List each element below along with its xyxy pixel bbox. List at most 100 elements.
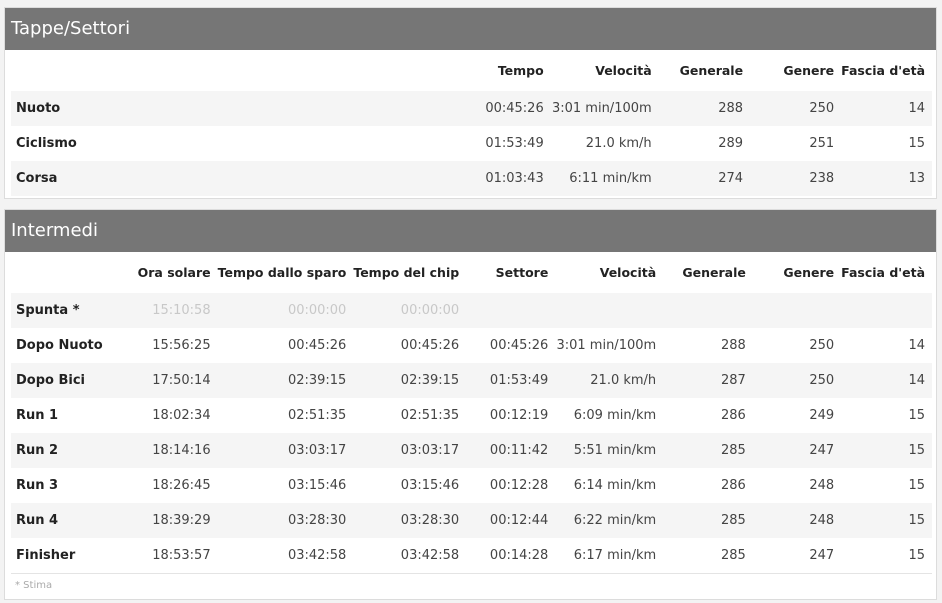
legs-header-age-group: Fascia d'età: [841, 63, 925, 78]
split-gender: 250: [752, 363, 842, 398]
table-row: Ciclismo 01:53:49 21.0 km/h 289 251 15: [11, 126, 932, 161]
table-row: Run 1 18:02:34 02:51:35 02:51:35 00:12:1…: [11, 398, 932, 433]
splits-header-gun: Tempo dallo sparo: [217, 265, 347, 280]
split-leg: 00:14:28: [489, 548, 549, 563]
legs-header-gender: Genere: [783, 63, 835, 78]
leg-speed: 6:11 min/km: [550, 161, 659, 196]
legs-table: Tempo Velocità Generale Genere Fascia d'…: [11, 50, 932, 196]
split-gun: 00:00:00: [217, 293, 354, 328]
table-row: Dopo Nuoto 15:56:25 00:45:26 00:45:26 00…: [11, 328, 932, 363]
split-overall: [663, 293, 753, 328]
leg-time: 00:45:26: [468, 91, 551, 126]
split-clock: 18:14:16: [136, 433, 218, 468]
split-age-group: 15: [908, 548, 925, 563]
splits-panel: Intermedi Ora solare Tempo dallo sparo T…: [4, 209, 937, 600]
legs-header-speed: Velocità: [595, 63, 652, 78]
split-speed: [555, 293, 664, 328]
table-row: Corsa 01:03:43 6:11 min/km 274 238 13: [11, 161, 932, 196]
leg-overall: 274: [658, 161, 751, 196]
split-clock: 18:26:45: [152, 478, 211, 493]
splits-header-row: Ora solare Tempo dallo sparo Tempo del c…: [11, 252, 932, 293]
leg-speed: 3:01 min/100m: [550, 91, 659, 126]
split-speed: 3:01 min/100m: [556, 338, 657, 353]
split-age-group: 15: [841, 433, 932, 468]
split-clock: 15:10:58: [136, 293, 218, 328]
split-chip: 00:45:26: [400, 338, 460, 353]
split-speed: 21.0 km/h: [555, 363, 664, 398]
split-leg: 00:12:44: [466, 503, 556, 538]
splits-header-overall: Generale: [682, 265, 746, 280]
split-clock: 18:39:29: [136, 503, 218, 538]
split-chip: 02:39:15: [353, 363, 467, 398]
split-gun: 00:45:26: [287, 338, 347, 353]
split-age-group: 14: [841, 363, 932, 398]
leg-age-group: 15: [908, 136, 925, 151]
split-gender: [752, 293, 842, 328]
estimate-footnote: * Stima: [11, 573, 932, 597]
split-gender: 250: [809, 338, 835, 353]
split-overall: 285: [663, 503, 753, 538]
splits-table: Ora solare Tempo dallo sparo Tempo del c…: [11, 252, 932, 573]
table-row: Run 4 18:39:29 03:28:30 03:28:30 00:12:4…: [11, 503, 932, 538]
split-overall: 286: [721, 408, 746, 423]
split-name: Finisher: [16, 548, 76, 563]
split-leg: 00:45:26: [489, 338, 549, 353]
split-clock: 15:56:25: [152, 338, 211, 353]
split-leg: [466, 293, 556, 328]
table-row: Spunta * 15:10:58 00:00:00 00:00:00: [11, 293, 932, 328]
split-speed: 6:09 min/km: [573, 408, 657, 423]
leg-name: Corsa: [11, 161, 469, 196]
split-age-group: 14: [908, 338, 925, 353]
splits-header-name: [11, 252, 137, 293]
split-clock: 18:02:34: [152, 408, 211, 423]
leg-age-group: 14: [841, 91, 932, 126]
split-age-group: [841, 293, 932, 328]
split-name: Run 4: [11, 503, 137, 538]
split-leg: 00:11:42: [466, 433, 556, 468]
split-gun: 03:28:30: [217, 503, 354, 538]
split-clock: 17:50:14: [136, 363, 218, 398]
split-name: Run 2: [11, 433, 137, 468]
leg-gender: 238: [750, 161, 842, 196]
leg-age-group: 13: [841, 161, 932, 196]
splits-header-gender: Genere: [783, 265, 835, 280]
table-row: Dopo Bici 17:50:14 02:39:15 02:39:15 01:…: [11, 363, 932, 398]
split-overall: 286: [721, 478, 746, 493]
split-gun: 03:15:46: [287, 478, 347, 493]
leg-time: 01:53:49: [485, 136, 544, 151]
split-chip: 03:28:30: [353, 503, 467, 538]
split-name: Dopo Nuoto: [16, 338, 103, 353]
split-gun: 03:42:58: [287, 548, 347, 563]
leg-gender: 250: [750, 91, 842, 126]
table-row: Finisher 18:53:57 03:42:58 03:42:58 00:1…: [11, 538, 932, 573]
leg-time: 01:03:43: [468, 161, 551, 196]
split-chip: 03:15:46: [400, 478, 460, 493]
split-gender: 248: [752, 503, 842, 538]
split-name: Run 3: [16, 478, 59, 493]
legs-header-name: [11, 50, 468, 91]
split-leg: 01:53:49: [466, 363, 556, 398]
split-leg: 00:12:19: [489, 408, 549, 423]
splits-header-clock: Ora solare: [137, 265, 211, 280]
split-clock: 18:53:57: [152, 548, 211, 563]
split-age-group: 15: [908, 408, 925, 423]
split-speed: 6:22 min/km: [555, 503, 664, 538]
table-row: Run 2 18:14:16 03:03:17 03:03:17 00:11:4…: [11, 433, 932, 468]
legs-panel-title: Tappe/Settori: [5, 8, 936, 50]
leg-overall: 289: [718, 136, 744, 151]
split-overall: 285: [721, 548, 746, 563]
split-name: Run 1: [16, 408, 59, 423]
split-age-group: 15: [841, 503, 932, 538]
split-gender: 247: [809, 548, 835, 563]
split-name: Dopo Bici: [11, 363, 137, 398]
leg-speed: 21.0 km/h: [585, 136, 652, 151]
split-gender: 249: [809, 408, 835, 423]
splits-header-speed: Velocità: [599, 265, 657, 280]
split-overall: 288: [721, 338, 746, 353]
leg-gender: 251: [809, 136, 835, 151]
legs-header-overall: Generale: [679, 63, 744, 78]
legs-header-row: Tempo Velocità Generale Genere Fascia d'…: [11, 50, 932, 91]
split-leg: 00:12:28: [489, 478, 549, 493]
split-chip: 03:03:17: [353, 433, 467, 468]
legs-panel: Tappe/Settori Tempo Velocità Generale Ge…: [4, 7, 937, 199]
